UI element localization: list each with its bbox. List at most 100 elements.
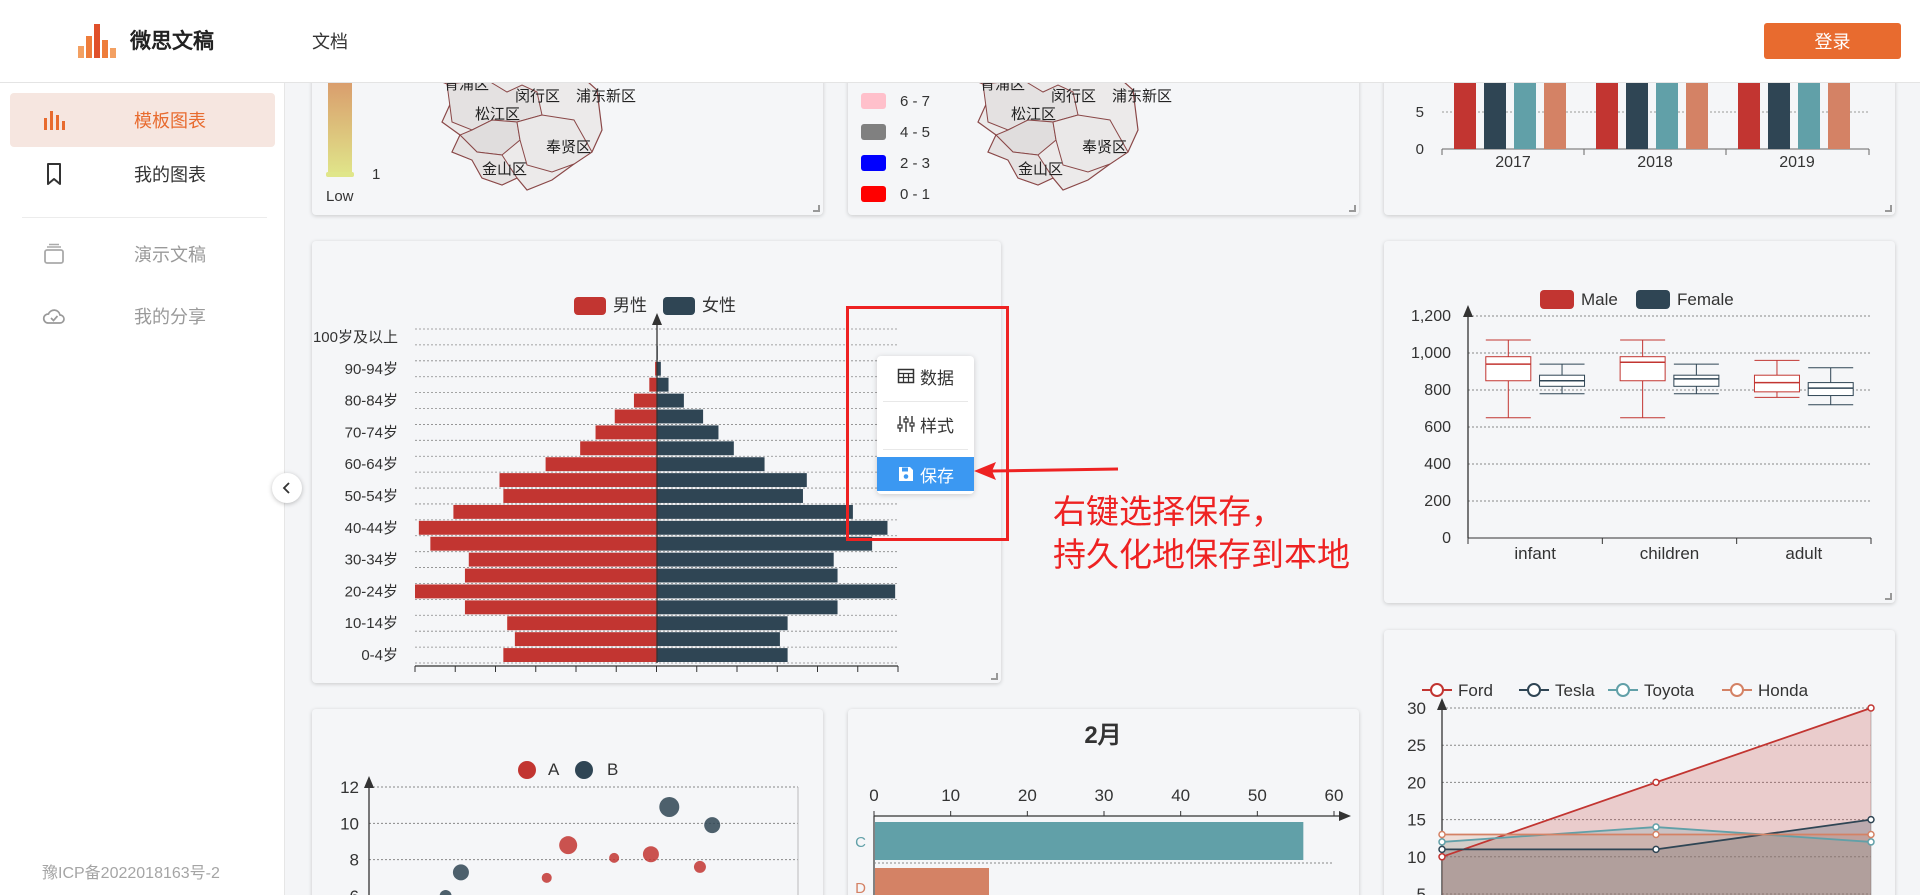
scatter-point-b-1[interactable] [452,864,469,881]
nav-docs-link[interactable]: 文档 [312,28,348,54]
scatter-point-a-2[interactable] [609,852,620,863]
line-point-ford-3[interactable] [1867,704,1875,712]
bar-male-65-69岁[interactable] [580,441,657,456]
resize-handle[interactable] [1885,593,1892,600]
resize-handle[interactable] [813,205,820,212]
sidebar-item-my-charts[interactable]: 我的图表 [10,147,275,201]
scatter-point-b-4[interactable] [439,890,452,895]
bar-male-70-74岁[interactable] [595,425,657,440]
scatter-point-a-1[interactable] [559,836,578,855]
line-point-tesla-3[interactable] [1867,815,1875,824]
bar-male-80-84岁[interactable] [633,393,657,408]
legend-item-honda[interactable]: Honda [1722,681,1809,700]
scatter-point-b-3[interactable] [704,817,721,834]
bar-female-40-44岁[interactable] [657,520,888,535]
bar-female-15-19岁[interactable] [657,600,838,615]
bar-female-55-59岁[interactable] [657,473,807,488]
bar-female-70-74岁[interactable] [657,425,719,440]
legend-swatch-female[interactable] [1636,290,1670,309]
bar-male-60-64岁[interactable] [545,457,657,472]
bar-male-10-14岁[interactable] [507,616,657,631]
bar-female-45-49岁[interactable] [657,504,853,519]
sidebar-item-presentations[interactable]: 演示文稿 [10,227,275,281]
scatter-point-a-5[interactable] [541,872,552,883]
bar-C[interactable] [875,822,1304,860]
legend-swatch-male[interactable] [574,297,606,315]
bar-male-75-79岁[interactable] [614,409,657,424]
bar-male-85-89岁[interactable] [649,377,657,392]
legend-swatch-female[interactable] [663,297,695,315]
sidebar-collapse-button[interactable] [272,473,302,503]
resize-handle[interactable] [1885,205,1892,212]
resize-handle[interactable] [1349,205,1356,212]
box-male-adult[interactable] [1753,359,1800,398]
scatter-point-a-3[interactable] [642,846,659,863]
boxplot-card[interactable]: Male Female 0 200 400 600 800 1,000 1,200 infan… [1384,241,1895,603]
bar-female-25-29岁[interactable] [657,568,838,583]
legend-swatch-a[interactable] [518,761,536,779]
bar-female-65-69岁[interactable] [657,441,734,456]
legend-item-ford[interactable]: Ford [1422,681,1493,700]
bar-female-30-34岁[interactable] [657,552,834,567]
line-point-honda-1[interactable] [1438,830,1446,839]
legend-swatch-gray[interactable] [861,124,886,140]
line-point-ford-2[interactable] [1652,778,1660,787]
legend-swatch-male[interactable] [1540,290,1574,309]
bar-female-0-4岁[interactable] [657,648,788,662]
icp-license[interactable]: 豫ICP备2022018163号-2 [42,859,220,883]
bar-female-80-84岁[interactable] [657,393,684,408]
map-chart-card-2[interactable]: 6 - 7 4 - 5 2 - 3 0 - 1 青浦区 闵行区 浦东新区 松江区… [848,60,1359,215]
menu-item-save[interactable]: 保存 [877,457,974,491]
resize-handle[interactable] [991,673,998,680]
scatter-point-b-2[interactable] [659,796,680,817]
login-button[interactable]: 登录 [1764,23,1901,59]
bar-male-30-34岁[interactable] [468,552,657,567]
line-point-toyota-2[interactable] [1652,823,1660,831]
box-male-children[interactable] [1619,339,1666,419]
bar-female-75-79岁[interactable] [657,409,704,424]
bar-chart-card-feb[interactable]: 2月 0 10 20 30 40 50 60 CD [848,709,1359,895]
legend-swatch-b[interactable] [575,761,593,779]
bar-male-5-9岁[interactable] [514,632,657,647]
visual-map-handle[interactable] [326,172,354,177]
legend-item-tesla[interactable]: Tesla [1519,681,1595,700]
bar-chart-card-years[interactable]: 5 0 2017 2018 2019 [1384,60,1895,215]
bar-male-15-19岁[interactable] [464,600,657,615]
bar-male-55-59岁[interactable] [499,473,657,488]
bar-female-10-14岁[interactable] [657,616,788,631]
area-chart-card[interactable]: Ford Tesla Toyota Honda 5 10 15 20 25 30 [1384,630,1895,895]
brand-logo[interactable]: 微思文稿 [78,22,214,58]
legend-swatch-red[interactable] [861,186,886,202]
line-point-ford-1[interactable] [1438,853,1446,861]
box-female-infant[interactable] [1539,363,1586,395]
legend-swatch-blue[interactable] [861,155,886,171]
line-point-tesla-1[interactable] [1438,845,1446,854]
map-chart-card-1[interactable]: 1 Low 青浦区 闵行区 浦东新区 松江区 奉贤区 金山区 [312,60,823,215]
box-female-children[interactable] [1673,363,1720,395]
bar-male-45-49岁[interactable] [453,504,657,519]
bar-male-20-24岁[interactable] [415,584,657,599]
bar-female-5-9岁[interactable] [657,632,780,647]
bar-female-20-24岁[interactable] [657,584,896,599]
bar-female-85-89岁[interactable] [657,377,669,392]
bar-female-50-54岁[interactable] [657,489,803,503]
legend-item-toyota[interactable]: Toyota [1608,681,1695,700]
line-point-toyota-1[interactable] [1438,838,1446,846]
bar-male-35-39岁[interactable] [430,536,657,551]
menu-item-style[interactable]: 样式 [877,404,974,444]
line-point-honda-3[interactable] [1867,830,1875,839]
bar-male-50-54岁[interactable] [503,489,657,503]
box-female-adult[interactable] [1807,367,1854,406]
bar-male-25-29岁[interactable] [464,568,657,583]
bar-male-40-44岁[interactable] [418,520,657,535]
line-point-honda-2[interactable] [1652,830,1660,839]
bar-female-35-39岁[interactable] [657,536,873,551]
menu-item-data[interactable]: 数据 [877,356,974,396]
scatter-chart-card[interactable]: A B 6 8 10 12 [312,709,823,895]
bar-D[interactable] [875,868,989,895]
line-point-toyota-3[interactable] [1867,838,1875,846]
legend-swatch-pink[interactable] [861,93,886,109]
sidebar-item-templates[interactable]: 模板图表 [10,93,275,147]
box-male-infant[interactable] [1485,339,1532,419]
line-point-tesla-2[interactable] [1652,845,1660,854]
